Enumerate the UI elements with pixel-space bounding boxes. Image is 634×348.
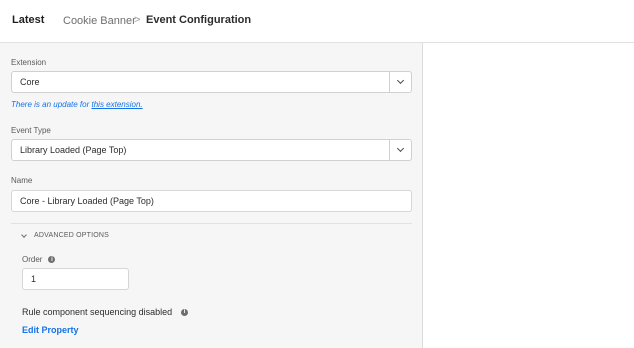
page-title: Event Configuration bbox=[146, 14, 252, 26]
event-type-value: Library Loaded (Page Top) bbox=[20, 145, 127, 155]
update-notice-text: There is an update for bbox=[11, 100, 92, 109]
name-value: Core - Library Loaded (Page Top) bbox=[20, 196, 154, 206]
section-divider bbox=[11, 223, 412, 224]
latest-label[interactable]: Latest bbox=[12, 14, 44, 26]
name-label: Name bbox=[11, 176, 33, 185]
order-value: 1 bbox=[31, 274, 37, 284]
chevron-down-icon bbox=[21, 231, 27, 238]
event-type-dropdown-button[interactable] bbox=[389, 140, 411, 160]
chevron-down-icon bbox=[396, 76, 405, 85]
order-label-row: Order i bbox=[22, 255, 56, 264]
top-header: Latest Cookie Banner > Event Configurati… bbox=[0, 0, 634, 43]
chevron-down-icon bbox=[396, 144, 405, 153]
advanced-options-toggle[interactable]: ADVANCED OPTIONS bbox=[21, 231, 110, 239]
order-label: Order bbox=[22, 255, 43, 264]
this-extension-link[interactable]: this extension. bbox=[92, 100, 143, 109]
info-icon[interactable]: i bbox=[48, 256, 56, 263]
event-type-picker[interactable]: Library Loaded (Page Top) bbox=[11, 139, 412, 161]
configuration-panel: Extension Core There is an update for th… bbox=[0, 43, 423, 348]
extension-label: Extension bbox=[11, 58, 47, 67]
empty-right-panel bbox=[423, 43, 634, 348]
edit-property-link[interactable]: Edit Property bbox=[22, 325, 79, 335]
breadcrumb-separator-icon: > bbox=[134, 14, 141, 26]
breadcrumb-cookie-banner[interactable]: Cookie Banner bbox=[63, 15, 136, 27]
sequencing-text: Rule component sequencing disabled bbox=[22, 307, 173, 317]
event-type-label: Event Type bbox=[11, 126, 51, 135]
name-field[interactable]: Core - Library Loaded (Page Top) bbox=[11, 190, 412, 212]
extension-picker[interactable]: Core bbox=[11, 71, 412, 93]
info-icon[interactable]: i bbox=[181, 308, 189, 316]
extension-update-notice: There is an update for this extension. bbox=[11, 100, 143, 109]
extension-dropdown-button[interactable] bbox=[389, 72, 411, 92]
order-field[interactable]: 1 bbox=[22, 268, 129, 290]
extension-value: Core bbox=[20, 77, 40, 87]
advanced-options-label: ADVANCED OPTIONS bbox=[34, 232, 110, 239]
sequencing-status: Rule component sequencing disabled i bbox=[22, 307, 189, 317]
